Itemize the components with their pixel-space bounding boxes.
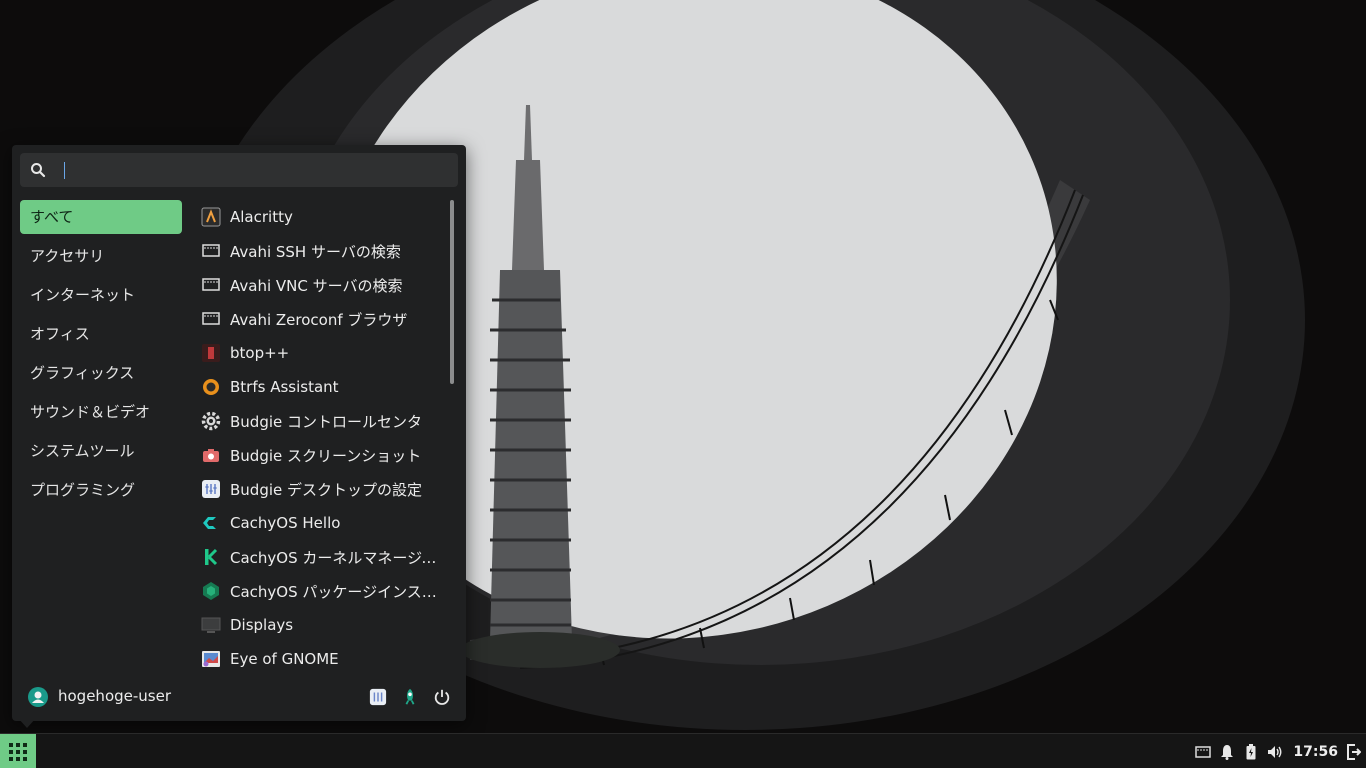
power-button[interactable] (432, 687, 452, 707)
app-item-eye-of-gnome[interactable]: Eye of GNOME (198, 642, 450, 676)
search-icon (31, 163, 46, 178)
network-icon (201, 241, 221, 261)
app-item-avahi-vnc[interactable]: Avahi VNC サーバの検索 (198, 268, 450, 302)
user-avatar-icon (28, 687, 48, 707)
network-icon (201, 309, 221, 329)
app-item-alacritty[interactable]: Alacritty (198, 200, 450, 234)
app-item-cachyos-hello[interactable]: CachyOS Hello (198, 506, 450, 540)
category-list: すべて アクセサリ インターネット オフィス グラフィックス サウンド＆ビデオ … (20, 200, 182, 512)
app-label: Avahi Zeroconf ブラウザ (230, 310, 408, 329)
battery-icon[interactable] (1243, 743, 1259, 760)
kernel-manager-icon (201, 547, 221, 567)
app-label: CachyOS カーネルマネージャー (230, 548, 450, 567)
bottom-panel: 17:56 (0, 733, 1366, 768)
app-list: Alacritty Avahi SSH サーバの検索 Avahi VNC サーバ… (198, 200, 450, 678)
cachyos-icon (201, 513, 221, 533)
app-label: Alacritty (230, 208, 293, 226)
app-item-budgie-desktop-settings[interactable]: Budgie デスクトップの設定 (198, 472, 450, 506)
system-monitor-button[interactable] (400, 687, 420, 707)
settings-button[interactable] (368, 687, 388, 707)
app-label: btop++ (230, 344, 290, 362)
app-label: CachyOS Hello (230, 514, 341, 532)
app-label: Btrfs Assistant (230, 378, 339, 396)
camera-icon (201, 445, 221, 465)
app-item-budgie-screenshot[interactable]: Budgie スクリーンショット (198, 438, 450, 472)
search-box[interactable] (20, 153, 458, 187)
category-all[interactable]: すべて (20, 200, 182, 234)
app-label: Avahi VNC サーバの検索 (230, 276, 403, 295)
gear-icon (201, 411, 221, 431)
category-internet[interactable]: インターネット (20, 278, 182, 312)
category-system-tools[interactable]: システムツール (20, 434, 182, 468)
app-label: Displays (230, 616, 294, 634)
network-tray-icon[interactable] (1195, 744, 1212, 760)
app-menu: すべて アクセサリ インターネット オフィス グラフィックス サウンド＆ビデオ … (12, 145, 466, 721)
clock[interactable]: 17:56 (1293, 744, 1338, 760)
app-item-avahi-ssh[interactable]: Avahi SSH サーバの検索 (198, 234, 450, 268)
app-menu-button[interactable] (0, 734, 36, 768)
username[interactable]: hogehoge-user (58, 687, 171, 705)
menu-pointer (18, 718, 36, 728)
rocket-icon (405, 688, 415, 705)
app-label: Eye of GNOME (230, 650, 339, 668)
category-sound-video[interactable]: サウンド＆ビデオ (20, 395, 182, 429)
app-item-budgie-control-center[interactable]: Budgie コントロールセンタ (198, 404, 450, 438)
btop-icon (201, 343, 221, 363)
app-label: Budgie デスクトップの設定 (230, 480, 423, 499)
category-accessories[interactable]: アクセサリ (20, 239, 182, 273)
app-item-btop[interactable]: btop++ (198, 336, 450, 370)
power-icon (434, 689, 450, 705)
app-item-btrfs-assistant[interactable]: Btrfs Assistant (198, 370, 450, 404)
package-installer-icon (201, 581, 221, 601)
desktop-settings-icon (369, 688, 387, 706)
notification-bell-icon[interactable] (1219, 744, 1235, 760)
app-item-avahi-zeroconf[interactable]: Avahi Zeroconf ブラウザ (198, 302, 450, 336)
btrfs-icon (201, 377, 221, 397)
display-icon (201, 615, 221, 635)
category-office[interactable]: オフィス (20, 317, 182, 351)
app-item-displays[interactable]: Displays (198, 608, 450, 642)
system-tray: 17:56 (1187, 734, 1366, 768)
app-label: Budgie コントロールセンタ (230, 412, 423, 431)
desktop-settings-icon (201, 479, 221, 499)
menu-footer: hogehoge-user (12, 673, 466, 721)
search-input[interactable] (64, 159, 444, 181)
app-label: Avahi SSH サーバの検索 (230, 242, 401, 261)
category-programming[interactable]: プログラミング (20, 473, 182, 507)
logout-icon[interactable] (1346, 743, 1362, 760)
app-label: CachyOS パッケージインストール (230, 582, 450, 601)
network-icon (201, 275, 221, 295)
app-item-cachyos-package-installer[interactable]: CachyOS パッケージインストール (198, 574, 450, 608)
category-graphics[interactable]: グラフィックス (20, 356, 182, 390)
alacritty-icon (201, 207, 221, 227)
image-viewer-icon (201, 649, 221, 669)
app-item-cachyos-kernel-manager[interactable]: CachyOS カーネルマネージャー (198, 540, 450, 574)
grid-icon (9, 742, 27, 761)
volume-icon[interactable] (1267, 744, 1283, 760)
app-list-scrollbar[interactable] (450, 200, 454, 384)
app-label: Budgie スクリーンショット (230, 446, 422, 465)
text-caret (64, 162, 65, 179)
